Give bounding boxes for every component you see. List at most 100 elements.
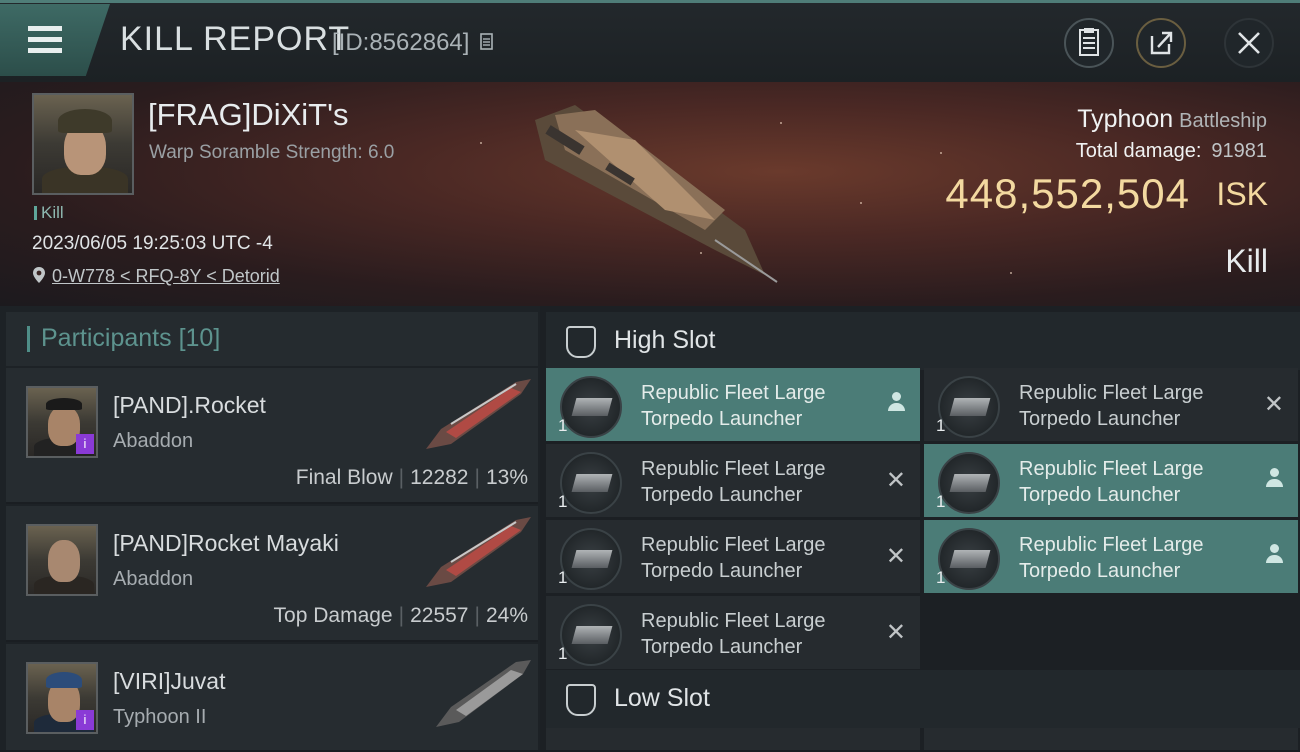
participant-stats: Top Damage | 22557 | 24% — [273, 604, 528, 627]
module-quantity: 1 — [558, 492, 568, 511]
total-damage: Total damage: 91981 — [1076, 140, 1267, 163]
participant-percent: 24% — [485, 604, 528, 627]
module-item[interactable]: 1 Republic Fleet Large Torpedo Launcher ✕ — [546, 444, 920, 517]
participant-ship: Abaddon — [113, 430, 194, 452]
report-id-text: [ID:8562864] — [332, 29, 470, 56]
participant-row[interactable]: i [VIRI]Juvat Typhoon II — [6, 644, 538, 752]
participant-stats: Final Blow | 12282 | 13% — [295, 466, 528, 489]
victim-name[interactable]: [FRAG]DiXiT's — [148, 97, 349, 133]
copy-icon[interactable] — [480, 32, 496, 52]
module-name-line2: Torpedo Launcher — [641, 484, 803, 506]
module-item[interactable]: 1 Republic Fleet Large Torpedo Launcher — [924, 520, 1298, 593]
low-slot-title: Low Slot — [614, 684, 710, 712]
high-slot-icon — [566, 326, 596, 358]
person-icon — [888, 392, 905, 418]
kill-location[interactable]: 0-W778 < RFQ-8Y < Detorid — [32, 266, 280, 287]
module-name-line1: Republic Fleet Large — [641, 610, 826, 632]
destroyed-icon: ✕ — [885, 619, 906, 646]
module-name: Republic Fleet Large Torpedo Launcher — [641, 532, 826, 584]
module-name: Republic Fleet Large Torpedo Launcher — [1019, 532, 1204, 584]
module-name-line1: Republic Fleet Large — [1019, 382, 1204, 404]
participant-name[interactable]: [VIRI]Juvat — [113, 668, 225, 695]
participant-portrait[interactable] — [26, 524, 98, 596]
kill-datetime: 2023/06/05 19:25:03 UTC -4 — [32, 233, 273, 254]
report-id: [ID:8562864] — [332, 29, 496, 57]
module-name-line1: Republic Fleet Large — [641, 458, 826, 480]
participant-portrait[interactable]: i — [26, 386, 98, 458]
clipboard-button[interactable] — [1064, 18, 1114, 68]
participant-badge: i — [76, 710, 94, 730]
module-item[interactable] — [546, 728, 920, 750]
participant-role: Final Blow — [295, 466, 393, 489]
module-name-line2: Torpedo Launcher — [641, 560, 803, 582]
participant-row[interactable]: [PAND]Rocket Mayaki Abaddon Top Damage | 2… — [6, 506, 538, 642]
module-name: Republic Fleet Large Torpedo Launcher — [1019, 380, 1204, 432]
total-damage-label: Total damage: — [1075, 140, 1202, 162]
module-name-line2: Torpedo Launcher — [641, 636, 803, 658]
module-icon — [938, 376, 1000, 438]
participant-ship: Typhoon II — [113, 706, 207, 728]
clipboard-icon — [1079, 28, 1099, 56]
participant-portrait[interactable]: i — [26, 662, 98, 734]
person-icon — [1266, 468, 1283, 494]
participant-ship-image — [426, 517, 531, 587]
participant-ship-image — [436, 660, 531, 727]
participant-damage: 12282 — [410, 466, 469, 489]
module-icon — [938, 528, 1000, 590]
module-name: Republic Fleet Large Torpedo Launcher — [641, 608, 826, 660]
participant-name[interactable]: [PAND].Rocket — [113, 392, 266, 419]
module-item[interactable]: 1 Republic Fleet Large Torpedo Launcher ✕ — [924, 368, 1298, 441]
high-slot-header: High Slot — [546, 312, 1300, 370]
participant-badge: i — [76, 434, 94, 454]
warp-scramble-strength: Warp Soramble Strength: 6.0 — [149, 142, 395, 163]
module-name-line2: Torpedo Launcher — [641, 408, 803, 430]
destroyed-icon: ✕ — [885, 543, 906, 570]
close-button[interactable] — [1224, 18, 1274, 68]
kill-tag-label: Kill — [41, 203, 64, 222]
kill-tag: Kill — [34, 203, 64, 223]
module-item[interactable]: 1 Republic Fleet Large Torpedo Launcher — [546, 368, 920, 441]
module-item[interactable]: 1 Republic Fleet Large Torpedo Launcher ✕ — [546, 520, 920, 593]
low-slot-icon — [566, 684, 596, 716]
participant-percent: 13% — [485, 466, 528, 489]
participants-label: Participants — [41, 324, 172, 352]
module-icon — [560, 528, 622, 590]
total-damage-value: 91981 — [1211, 140, 1267, 162]
high-slot-title: High Slot — [614, 326, 716, 354]
module-name: Republic Fleet Large Torpedo Launcher — [641, 456, 826, 508]
participant-ship: Abaddon — [113, 568, 194, 590]
low-slot-header: Low Slot — [546, 670, 1300, 728]
participant-row[interactable]: i [PAND].Rocket Abaddon Final Blow | 12282… — [6, 368, 538, 504]
module-name-line1: Republic Fleet Large — [641, 382, 826, 404]
victim-ship-name[interactable]: Typhoon — [1077, 105, 1173, 133]
module-item[interactable]: 1 Republic Fleet Large Torpedo Launcher ✕ — [546, 596, 920, 669]
module-name-line2: Torpedo Launcher — [1019, 484, 1181, 506]
isk-value: 448,552,504 — [945, 170, 1190, 217]
participant-damage: 22557 — [410, 604, 469, 627]
participants-title: Participants [10] — [41, 324, 220, 353]
module-icon — [560, 604, 622, 666]
share-button[interactable] — [1136, 18, 1186, 68]
share-icon — [1150, 31, 1173, 55]
module-quantity: 1 — [558, 416, 568, 435]
module-icon — [560, 452, 622, 514]
outcome-label: Kill — [1225, 243, 1268, 279]
module-quantity: 1 — [936, 416, 946, 435]
destroyed-icon: ✕ — [1263, 391, 1284, 418]
participant-name[interactable]: [PAND]Rocket Mayaki — [113, 530, 339, 557]
module-item[interactable]: 1 Republic Fleet Large Torpedo Launcher — [924, 444, 1298, 517]
person-icon — [1266, 544, 1283, 570]
module-name-line1: Republic Fleet Large — [641, 534, 826, 556]
victim-ship-image — [535, 105, 778, 283]
module-icon — [560, 376, 622, 438]
module-item[interactable] — [924, 728, 1298, 750]
page-title: KILL REPORT — [120, 20, 351, 58]
location-link[interactable]: 0-W778 < RFQ-8Y < Detorid — [52, 266, 280, 286]
module-name: Republic Fleet Large Torpedo Launcher — [1019, 456, 1204, 508]
participant-ship-image — [426, 379, 531, 449]
participants-count: [10] — [178, 324, 221, 352]
destroyed-icon: ✕ — [885, 467, 906, 494]
module-quantity: 1 — [936, 568, 946, 587]
victim-ship-class: Battleship — [1179, 110, 1267, 132]
victim-portrait[interactable] — [32, 93, 134, 195]
